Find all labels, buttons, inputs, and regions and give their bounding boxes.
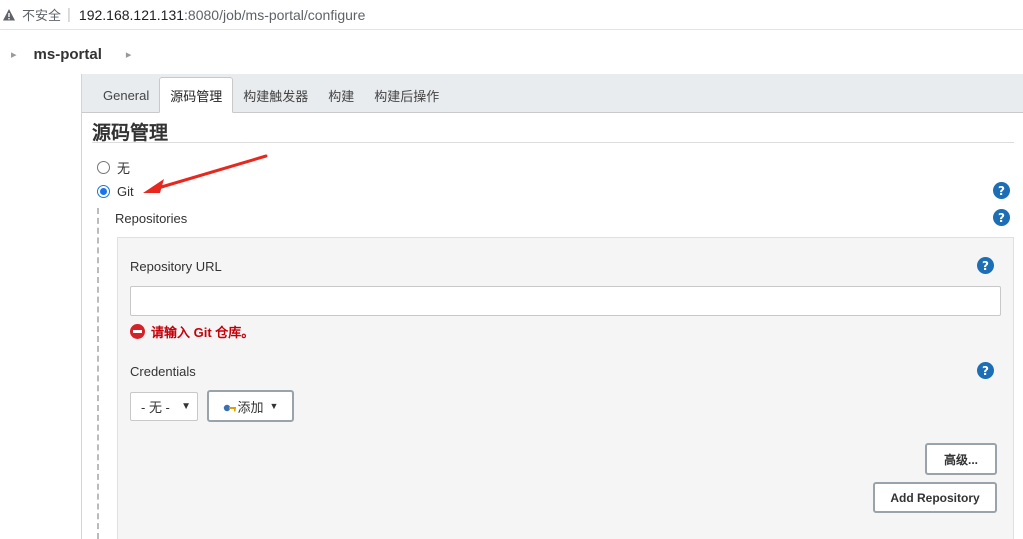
add-button-label: 添加: [237, 399, 264, 415]
caret-down-icon: ▼: [269, 401, 279, 411]
breadcrumb-job-link[interactable]: ms-portal: [34, 46, 102, 63]
tab-general[interactable]: General: [93, 78, 159, 112]
warning-triangle-icon: [2, 8, 16, 22]
git-section-guide: [97, 208, 99, 539]
config-panel: General 源码管理 构建触发器 构建 构建后操作 源码管理 无 Git ?…: [81, 74, 1023, 539]
tab-build[interactable]: 构建: [318, 78, 364, 112]
scm-option-git[interactable]: Git: [97, 184, 134, 199]
repository-url-error: 请输入 Git 仓库。: [130, 322, 254, 341]
breadcrumb: ▸ ms-portal ▸: [0, 34, 1023, 74]
key-icon: [223, 401, 237, 412]
chevron-down-icon: ▼: [181, 401, 191, 412]
credentials-selected-value: - 无 -: [141, 400, 170, 415]
error-message: 请输入 Git 仓库。: [151, 325, 255, 340]
add-repository-button[interactable]: Add Repository: [873, 482, 997, 513]
chevron-right-icon[interactable]: ▸: [126, 48, 132, 61]
url-host[interactable]: 192.168.121.131: [79, 7, 184, 23]
repository-url-label: Repository URL: [130, 259, 222, 274]
advanced-button[interactable]: 高级...: [925, 443, 997, 475]
chevron-right-icon[interactable]: ▸: [11, 48, 17, 61]
section-divider: [92, 142, 1014, 143]
config-tabs: General 源码管理 构建触发器 构建 构建后操作: [82, 74, 1023, 113]
credentials-label: Credentials: [130, 364, 196, 379]
repository-url-input[interactable]: [130, 286, 1001, 316]
radio-git[interactable]: [97, 185, 110, 198]
scm-option-none[interactable]: 无: [97, 158, 130, 177]
radio-git-label: Git: [117, 184, 134, 199]
repository-url-help-icon[interactable]: ?: [977, 257, 994, 274]
url-path[interactable]: :8080/job/ms-portal/configure: [184, 7, 365, 23]
tab-post-build[interactable]: 构建后操作: [364, 78, 449, 112]
address-separator: |: [67, 6, 71, 23]
radio-none[interactable]: [97, 161, 110, 174]
stop-sign-icon: [130, 324, 145, 339]
credentials-help-icon[interactable]: ?: [977, 362, 994, 379]
repositories-help-icon[interactable]: ?: [993, 209, 1010, 226]
section-title: 源码管理: [92, 123, 169, 144]
git-help-icon[interactable]: ?: [993, 182, 1010, 199]
tab-build-triggers[interactable]: 构建触发器: [233, 78, 318, 112]
credentials-select[interactable]: - 无 - ▼: [130, 392, 198, 421]
repositories-label: Repositories: [115, 211, 188, 226]
annotation-arrow-icon: [143, 154, 268, 193]
tab-scm[interactable]: 源码管理: [159, 77, 234, 113]
add-credentials-button[interactable]: 添加 ▼: [207, 390, 294, 422]
radio-none-label: 无: [117, 161, 131, 176]
address-bar[interactable]: 不安全 | 192.168.121.131 :8080/job/ms-porta…: [0, 0, 1023, 30]
security-label[interactable]: 不安全: [22, 5, 61, 24]
